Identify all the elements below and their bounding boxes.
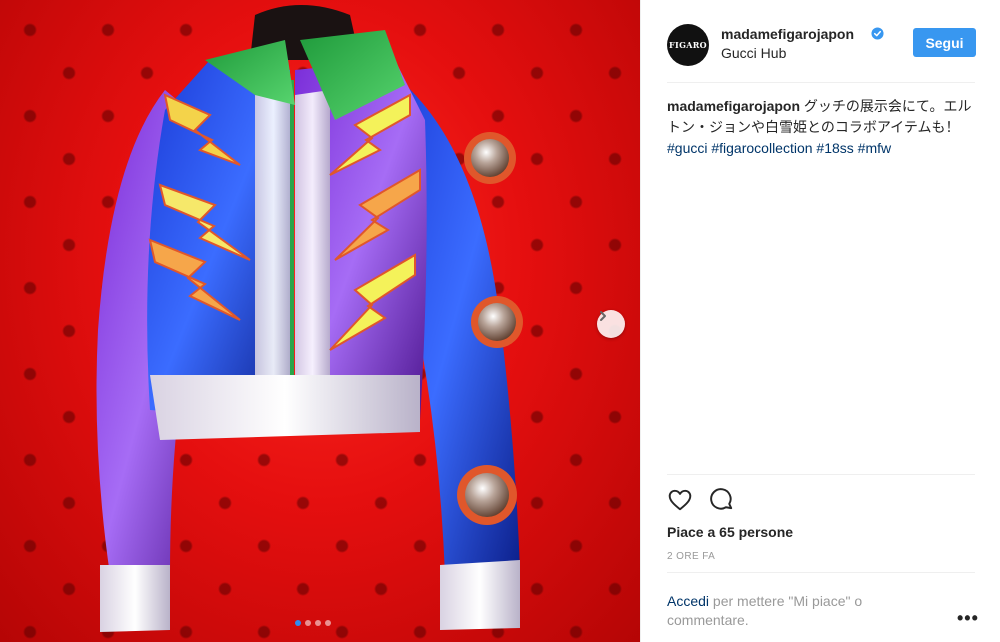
post-caption: madamefigarojapon グッチの展示会にて。エルトン・ジョンや白雪姫… xyxy=(667,96,979,159)
comment-icon[interactable] xyxy=(709,487,735,513)
verified-badge-icon xyxy=(871,27,884,40)
hashtag-link[interactable]: #figarocollection xyxy=(711,140,812,156)
post-photo[interactable] xyxy=(0,0,640,642)
carousel-dot xyxy=(305,620,311,626)
footer-divider xyxy=(667,572,975,573)
carousel-dot xyxy=(315,620,321,626)
username-link[interactable]: madamefigarojapon xyxy=(721,26,854,42)
heart-icon[interactable] xyxy=(667,487,693,513)
actions-divider xyxy=(667,474,975,475)
post-actions xyxy=(667,487,735,513)
follow-button[interactable]: Segui xyxy=(913,28,976,57)
login-link[interactable]: Accedi xyxy=(667,593,709,609)
location-link[interactable]: Gucci Hub xyxy=(721,45,786,61)
avatar[interactable]: FIGARO xyxy=(667,24,709,66)
post-details-panel: FIGARO madamefigarojapon Gucci Hub Segui… xyxy=(640,0,1000,642)
hashtag-link[interactable]: #18ss xyxy=(816,140,853,156)
carousel-dot xyxy=(325,620,331,626)
next-photo-button[interactable] xyxy=(597,310,625,338)
more-options-icon[interactable]: ••• xyxy=(957,608,979,629)
caption-author-link[interactable]: madamefigarojapon xyxy=(667,98,800,114)
carousel-dot xyxy=(295,620,301,626)
avatar-label: FIGARO xyxy=(669,40,707,50)
header-divider xyxy=(667,82,975,83)
post-header: FIGARO madamefigarojapon Gucci Hub Segui xyxy=(667,20,977,80)
login-prompt: Accedi per mettere "Mi piace" o commenta… xyxy=(667,592,917,630)
carousel-indicator xyxy=(295,620,331,626)
jacket-illustration xyxy=(96,5,523,632)
post-timestamp: 2 ORE FA xyxy=(667,551,716,562)
hashtag-link[interactable]: #gucci xyxy=(667,140,707,156)
likes-count[interactable]: Piace a 65 persone xyxy=(667,524,793,540)
hashtag-link[interactable]: #mfw xyxy=(858,140,891,156)
